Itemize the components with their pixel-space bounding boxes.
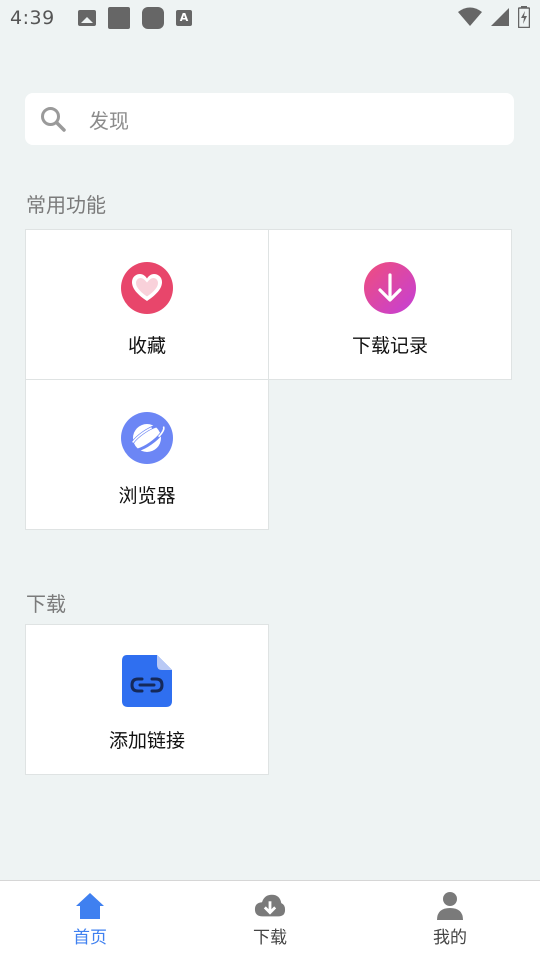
search-bar[interactable]: 发现 — [25, 93, 514, 145]
download-history-tile[interactable]: 下载记录 — [268, 229, 512, 380]
system-icons — [458, 6, 530, 28]
nav-label-home: 首页 — [73, 928, 107, 948]
search-placeholder: 发现 — [89, 108, 129, 133]
battery-charging-icon — [518, 6, 530, 28]
browser-tile[interactable]: 浏览器 — [25, 379, 269, 530]
download-arrow-icon — [364, 262, 416, 314]
square-icon — [108, 7, 130, 29]
add-link-tile[interactable]: 添加链接 — [25, 624, 269, 775]
nav-item-home[interactable]: 首页 — [0, 881, 180, 960]
signal-icon — [491, 8, 509, 26]
wifi-icon — [458, 7, 482, 26]
nav-item-mine[interactable]: 我的 — [360, 881, 540, 960]
person-icon — [437, 892, 463, 920]
section-title-download: 下载 — [26, 592, 66, 616]
nav-label-mine: 我的 — [433, 928, 467, 948]
section-title-common: 常用功能 — [26, 193, 106, 217]
notification-icons: A — [78, 7, 192, 29]
nav-item-download[interactable]: 下载 — [180, 881, 360, 960]
heart-icon — [121, 262, 173, 314]
search-icon — [41, 107, 66, 132]
download-history-label: 下载记录 — [351, 335, 428, 357]
favorites-label: 收藏 — [127, 335, 166, 357]
status-time: 4:39 — [10, 7, 55, 29]
home-icon — [76, 893, 104, 919]
link-file-icon — [122, 655, 172, 707]
rounded-square-icon — [142, 7, 164, 29]
favorites-tile[interactable]: 收藏 — [25, 229, 269, 380]
planet-icon — [121, 412, 173, 464]
bottom-navigation: 首页 下载 我的 — [0, 880, 540, 960]
nav-label-download: 下载 — [253, 928, 287, 948]
a-icon: A — [176, 10, 192, 26]
cloud-download-icon — [254, 894, 286, 917]
add-link-label: 添加链接 — [108, 730, 185, 752]
browser-label: 浏览器 — [118, 485, 176, 507]
image-icon — [78, 10, 96, 26]
status-bar: 4:39 A — [0, 0, 540, 36]
